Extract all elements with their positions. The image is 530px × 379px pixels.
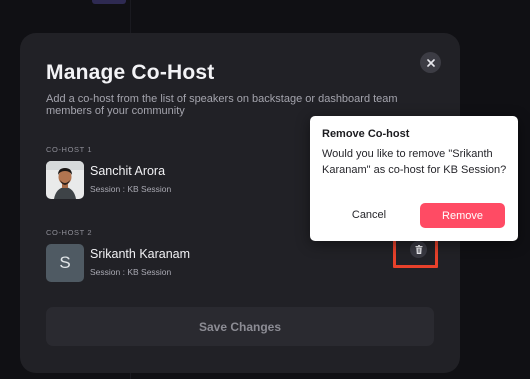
remove-button[interactable]: Remove — [420, 203, 505, 228]
modal-description: Add a co-host from the list of speakers … — [46, 93, 398, 117]
close-button[interactable] — [420, 52, 441, 73]
avatar — [46, 161, 84, 199]
popover-title: Remove Co-host — [322, 128, 410, 140]
cancel-button[interactable]: Cancel — [341, 203, 397, 227]
cohost-1-session: Session : KB Session — [90, 184, 172, 194]
cohost-1-name: Sanchit Arora — [90, 164, 166, 178]
cohost-1-label: CO-HOST 1 — [46, 145, 93, 154]
background-tab-indicator — [92, 0, 126, 4]
cohost-2-session: Session : KB Session — [90, 267, 172, 277]
modal-title: Manage Co-Host — [46, 61, 215, 84]
popover-message: Would you like to remove "Srikanth Karan… — [322, 148, 507, 176]
cohost-2-name: Srikanth Karanam — [90, 247, 191, 261]
close-icon — [426, 58, 435, 67]
cohost-2-label: CO-HOST 2 — [46, 228, 93, 237]
save-changes-button[interactable]: Save Changes — [46, 307, 434, 346]
avatar: S — [46, 244, 84, 282]
remove-cohost-popover: Remove Co-host Would you like to remove … — [310, 116, 518, 241]
